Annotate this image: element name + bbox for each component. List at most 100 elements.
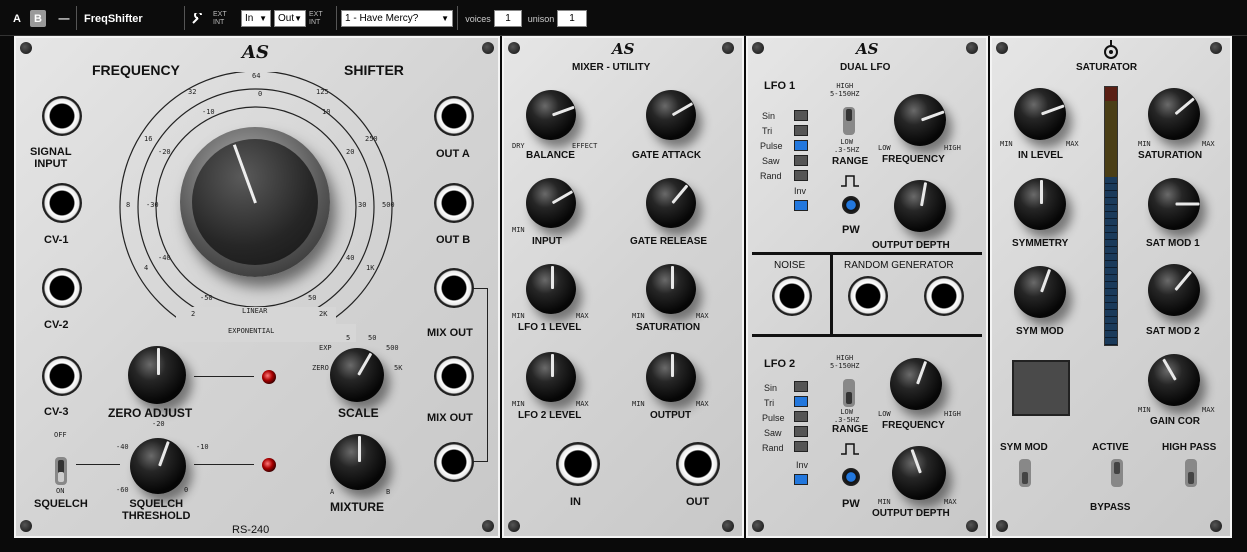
scale-knob[interactable] [330,348,384,402]
input-knob[interactable] [526,178,576,228]
int-label: INT [309,18,321,26]
gate-attack-knob[interactable] [646,90,696,140]
voices-input[interactable]: 1 [494,10,522,27]
scale-label: 125 [316,88,329,96]
lfo2-pulse-button[interactable] [794,411,808,422]
cv1-jack[interactable] [42,183,82,223]
scale-label: 1K [366,264,375,272]
lfo1-output-depth-knob[interactable] [894,180,946,232]
output-knob[interactable] [646,352,696,402]
dual-lfo-panel: AS DUAL LFO LFO 1 Sin Tri Pulse Saw Rand… [746,36,988,538]
signal-input-jack[interactable] [42,96,82,136]
squelch-toggle[interactable] [54,456,68,486]
lfo1-level-knob[interactable] [526,264,576,314]
sym-mod-knob[interactable] [1014,266,1066,318]
cv2-jack[interactable] [42,268,82,308]
pulse-wave-icon [841,175,859,187]
random-jack-2[interactable] [924,276,964,316]
lfo1-inv-button[interactable] [794,200,808,211]
lfo2-range-toggle[interactable] [842,378,856,408]
mix-out-jack[interactable] [434,268,474,308]
range-high-label: HIGH 5-150HZ [830,354,860,370]
random-jack-1[interactable] [848,276,888,316]
lfo2-tri-button[interactable] [794,396,808,407]
squelch-led [262,458,276,472]
squelch-threshold-knob[interactable] [130,438,186,494]
scale-label: -30 [146,201,159,209]
screw-icon [996,42,1008,54]
sat-mod-2-knob[interactable] [1148,264,1200,316]
scale-label: 40 [346,254,355,262]
lfo1-frequency-knob[interactable] [894,94,946,146]
lfo1-rand-button[interactable] [794,170,808,181]
threshold-tick: 0 [184,486,189,494]
lfo2-saw-button[interactable] [794,426,808,437]
saturation-knob[interactable] [1148,88,1200,140]
balance-knob[interactable] [526,90,576,140]
preset-select[interactable]: 1 - Have Mercy? ▼ [341,10,453,27]
mix-out-jack-3[interactable] [434,442,474,482]
brand-logo: AS [242,42,269,63]
lfo2-sin-button[interactable] [794,381,808,392]
high-pass-toggle[interactable] [1184,458,1198,488]
dry-label: DRY [512,142,525,150]
lfo2-inv-button[interactable] [794,474,808,485]
scale-label: 2K [319,310,328,318]
input-select[interactable]: In ▼ [241,10,271,27]
in-level-knob[interactable] [1014,88,1066,140]
lfo2-frequency-knob[interactable] [890,358,942,410]
output-select[interactable]: Out ▼ [274,10,306,27]
out-jack[interactable] [676,442,720,486]
in-jack[interactable] [556,442,600,486]
lfo1-title: LFO 1 [764,80,796,92]
input-label: INPUT [532,236,562,247]
ext-int-radio-in[interactable]: EXT INT [213,10,239,27]
sat-mod-1-knob[interactable] [1148,178,1200,230]
lfo1-saw-button[interactable] [794,155,808,166]
out-a-jack[interactable] [434,96,474,136]
wave-sin-label: Sin [762,111,776,121]
lfo1-tri-button[interactable] [794,125,808,136]
voices-label: voices [465,13,491,24]
lfo2-level-knob[interactable] [526,352,576,402]
ext-int-radio-out[interactable]: EXT INT [309,10,335,27]
frequency-knob[interactable] [180,127,330,277]
lfo1-pulse-button[interactable] [794,140,808,151]
lfo1-pw-knob[interactable] [842,196,860,214]
lfo2-pw-knob[interactable] [842,468,860,486]
noise-jack[interactable] [772,276,812,316]
lfo2-output-depth-knob[interactable] [892,446,946,500]
lfo1-output-depth-label: OUTPUT DEPTH [872,240,950,251]
b-button[interactable]: B [30,10,46,27]
device-name: FreqShifter [84,12,143,25]
max-label: MAX [1202,406,1215,414]
bypass-toggle[interactable] [1110,458,1124,488]
mixture-knob[interactable] [330,434,386,490]
preset-name: 1 - Have Mercy? [345,13,419,24]
exponential-label: EXPONENTIAL [228,327,275,335]
wave-tri-label: Tri [762,126,773,136]
max-label: MAX [696,400,709,408]
ext-label: EXT [309,10,323,18]
symmetry-knob[interactable] [1014,178,1066,230]
gain-cor-knob[interactable] [1148,354,1200,406]
sym-mod-toggle[interactable] [1018,458,1032,488]
scale-label: SCALE [338,406,379,420]
unison-input[interactable]: 1 [557,10,587,27]
scale-label: 500 [382,201,395,209]
saturation-knob[interactable] [646,264,696,314]
min-label: MIN [1138,140,1151,148]
out-b-jack[interactable] [434,183,474,223]
a-button[interactable]: A [9,10,25,27]
zero-adjust-knob[interactable] [128,346,186,404]
lfo2-rand-button[interactable] [794,441,808,452]
gate-release-knob[interactable] [646,178,696,228]
wrench-icon[interactable] [188,10,206,27]
fold-button[interactable]: — [56,10,72,27]
cv3-jack[interactable] [42,356,82,396]
noise-label: NOISE [774,260,806,271]
lfo1-range-toggle[interactable] [842,106,856,136]
lfo1-sin-button[interactable] [794,110,808,121]
min-label: MIN [878,498,891,506]
mix-out-jack-2[interactable] [434,356,474,396]
